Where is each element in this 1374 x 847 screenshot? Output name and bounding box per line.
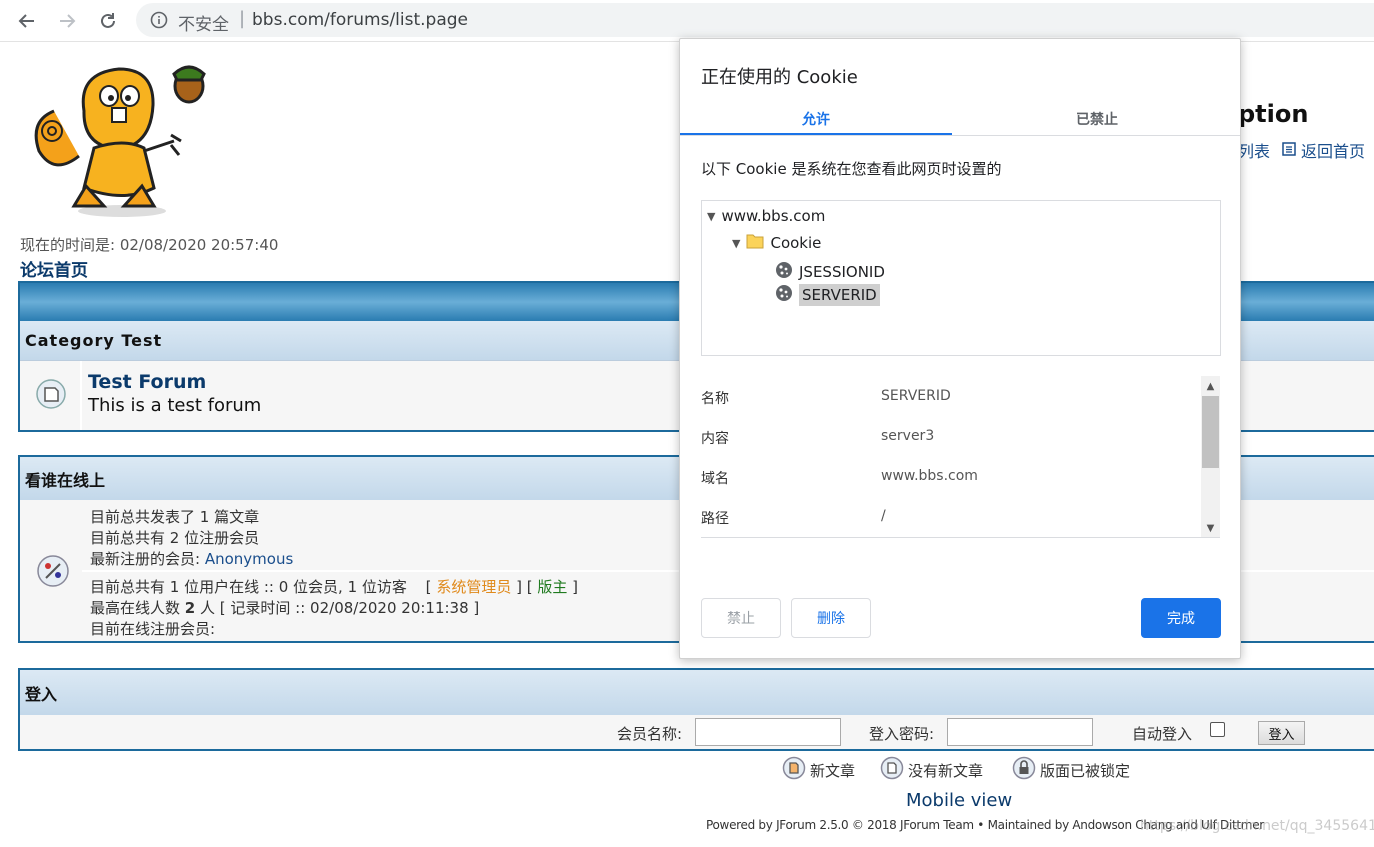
tree-item-domain[interactable]: ▼ www.bbs.com xyxy=(707,207,825,225)
max-online-line: 最高在线人数 2 人 [ 记录时间 :: 02/08/2020 20:11:38… xyxy=(90,597,479,618)
detail-domain-label: 域名 xyxy=(701,471,729,487)
forward-icon[interactable] xyxy=(54,8,80,34)
forum-home-link[interactable]: 论坛首页 xyxy=(20,256,88,281)
current-time: 现在的时间是: 02/08/2020 20:57:40 xyxy=(20,236,279,254)
newest-member-link[interactable]: Anonymous xyxy=(205,550,293,568)
back-icon[interactable] xyxy=(14,8,40,34)
legend-locked: 版面已被锁定 xyxy=(1012,756,1130,784)
tree-item-jsessionid[interactable]: JSESSIONID xyxy=(775,261,885,283)
detail-domain-value: www.bbs.com xyxy=(881,468,978,484)
online-header-label: 看谁在线上 xyxy=(25,470,106,490)
url-text[interactable]: bbs.com/forums/list.page xyxy=(252,10,468,30)
password-label: 登入密码: xyxy=(869,725,935,743)
info-icon[interactable] xyxy=(150,11,168,33)
online-now-line: 目前总共有 1 位用户在线 :: 0 位会员, 1 位访客 [ 系统管理员 ] … xyxy=(90,578,579,596)
auto-login-label: 自动登入 xyxy=(1132,725,1193,743)
tree-folder-label: Cookie xyxy=(770,234,822,252)
list-icon xyxy=(1282,141,1296,160)
details-scrollbar[interactable]: ▲ ▼ xyxy=(1201,376,1220,537)
max-online-prefix: 最高在线人数 xyxy=(90,599,181,617)
address-bar[interactable]: 不安全 | bbs.com/forums/list.page xyxy=(136,3,1374,37)
nav-home-label: 返回首页 xyxy=(1301,142,1366,161)
forum-logo[interactable] xyxy=(24,56,214,220)
nav-list-link-partial[interactable]: 列表 xyxy=(1238,138,1270,162)
dialog-title: 正在使用的 Cookie xyxy=(701,67,858,88)
login-submit-button[interactable]: 登入 xyxy=(1258,721,1305,745)
category-name[interactable]: Category Test xyxy=(25,331,162,350)
expand-triangle-icon[interactable]: ▼ xyxy=(707,210,715,223)
url-separator: | xyxy=(239,8,246,29)
login-header-label: 登入 xyxy=(25,684,58,704)
cookie-icon xyxy=(775,261,793,283)
dialog-description: 以下 Cookie 是系统在您查看此网页时设置的 xyxy=(701,160,1002,178)
username-label: 会员名称: xyxy=(617,725,683,743)
new-posts-label: 新文章 xyxy=(810,761,856,780)
nav-home-link[interactable]: 返回首页 xyxy=(1282,138,1365,162)
forum-row-divider xyxy=(80,361,82,430)
cookie-tree: ▼ www.bbs.com ▼ Cookie JSESSIONID SERVER… xyxy=(701,200,1221,356)
tree-cookie-label: JSESSIONID xyxy=(799,263,885,281)
tree-cookie-label-selected: SERVERID xyxy=(799,284,880,306)
new-posts-icon xyxy=(782,756,806,784)
tab-blocked[interactable]: 已禁止 xyxy=(956,109,1238,136)
detail-path-value: / xyxy=(881,508,886,524)
login-table: 登入 会员名称: 登入密码: 自动登入 登入 xyxy=(18,668,1374,751)
total-users: 目前总共有 2 位注册会员 xyxy=(90,529,260,547)
expand-triangle-icon[interactable]: ▼ xyxy=(732,237,740,250)
registered-online: 目前在线注册会员: xyxy=(90,620,216,638)
insecure-label[interactable]: 不安全 xyxy=(178,10,229,35)
total-posts: 目前总共发表了 1 篇文章 xyxy=(90,508,260,526)
tree-domain-label: www.bbs.com xyxy=(721,207,826,225)
moderator-legend: 版主 xyxy=(537,578,568,596)
detail-name-value: SERVERID xyxy=(881,388,951,404)
forum-description: This is a test forum xyxy=(88,395,262,416)
scroll-down-icon[interactable]: ▼ xyxy=(1201,520,1220,536)
auto-login-checkbox[interactable] xyxy=(1210,722,1225,737)
online-now-text: 目前总共有 1 位用户在线 :: 0 位会员, 1 位访客 xyxy=(90,578,407,596)
delete-button[interactable]: 删除 xyxy=(791,598,871,638)
forum-folder-icon xyxy=(35,378,67,414)
page-title-partial: ption xyxy=(1238,100,1309,128)
admin-legend: 系统管理员 xyxy=(436,578,512,596)
newest-member-prefix: 最新注册的会员: xyxy=(90,550,201,568)
cookie-details: 名称 SERVERID 内容 server3 域名 www.bbs.com 路径… xyxy=(701,376,1220,538)
cookies-in-use-dialog: 正在使用的 Cookie 允许 已禁止 以下 Cookie 是系统在您查看此网页… xyxy=(679,38,1241,659)
detail-name-label: 名称 xyxy=(701,391,729,407)
max-online-count: 2 xyxy=(184,599,196,617)
forum-name-link[interactable]: Test Forum xyxy=(88,371,206,393)
locked-label: 版面已被锁定 xyxy=(1040,761,1131,780)
login-form: 会员名称: 登入密码: 自动登入 登入 xyxy=(20,715,1374,749)
no-new-posts-icon xyxy=(880,756,904,784)
mobile-view-link[interactable]: Mobile view xyxy=(906,790,1012,811)
tab-allowed[interactable]: 允许 xyxy=(680,109,952,136)
username-input[interactable] xyxy=(695,718,841,746)
scrollbar-thumb[interactable] xyxy=(1202,396,1219,468)
detail-content-label: 内容 xyxy=(701,431,729,447)
browser-toolbar: 不安全 | bbs.com/forums/list.page xyxy=(0,0,1374,42)
login-header: 登入 xyxy=(20,670,1374,715)
tree-item-cookie-folder[interactable]: ▼ Cookie xyxy=(732,233,821,253)
done-button[interactable]: 完成 xyxy=(1141,598,1221,638)
detail-path-label: 路径 xyxy=(701,511,729,527)
newest-member-line: 最新注册的会员: Anonymous xyxy=(90,548,293,569)
block-button[interactable]: 禁止 xyxy=(701,598,781,638)
max-online-suffix: 人 [ 记录时间 :: 02/08/2020 20:11:38 ] xyxy=(200,599,480,617)
online-users-icon xyxy=(36,554,70,592)
reload-icon[interactable] xyxy=(95,8,121,34)
scroll-up-icon[interactable]: ▲ xyxy=(1201,378,1220,394)
legend-new-posts: 新文章 xyxy=(782,756,855,784)
lock-icon xyxy=(1012,756,1036,784)
legend-no-new-posts: 没有新文章 xyxy=(880,756,983,784)
tree-item-serverid[interactable]: SERVERID xyxy=(775,284,880,306)
password-input[interactable] xyxy=(947,718,1093,746)
watermark: https://blog.csdn.net/qq_34556414 xyxy=(1140,818,1374,834)
no-new-posts-label: 没有新文章 xyxy=(908,761,984,780)
cookie-icon xyxy=(775,284,793,306)
detail-content-value: server3 xyxy=(881,428,935,444)
tab-divider xyxy=(680,135,1240,136)
folder-icon xyxy=(746,233,764,253)
